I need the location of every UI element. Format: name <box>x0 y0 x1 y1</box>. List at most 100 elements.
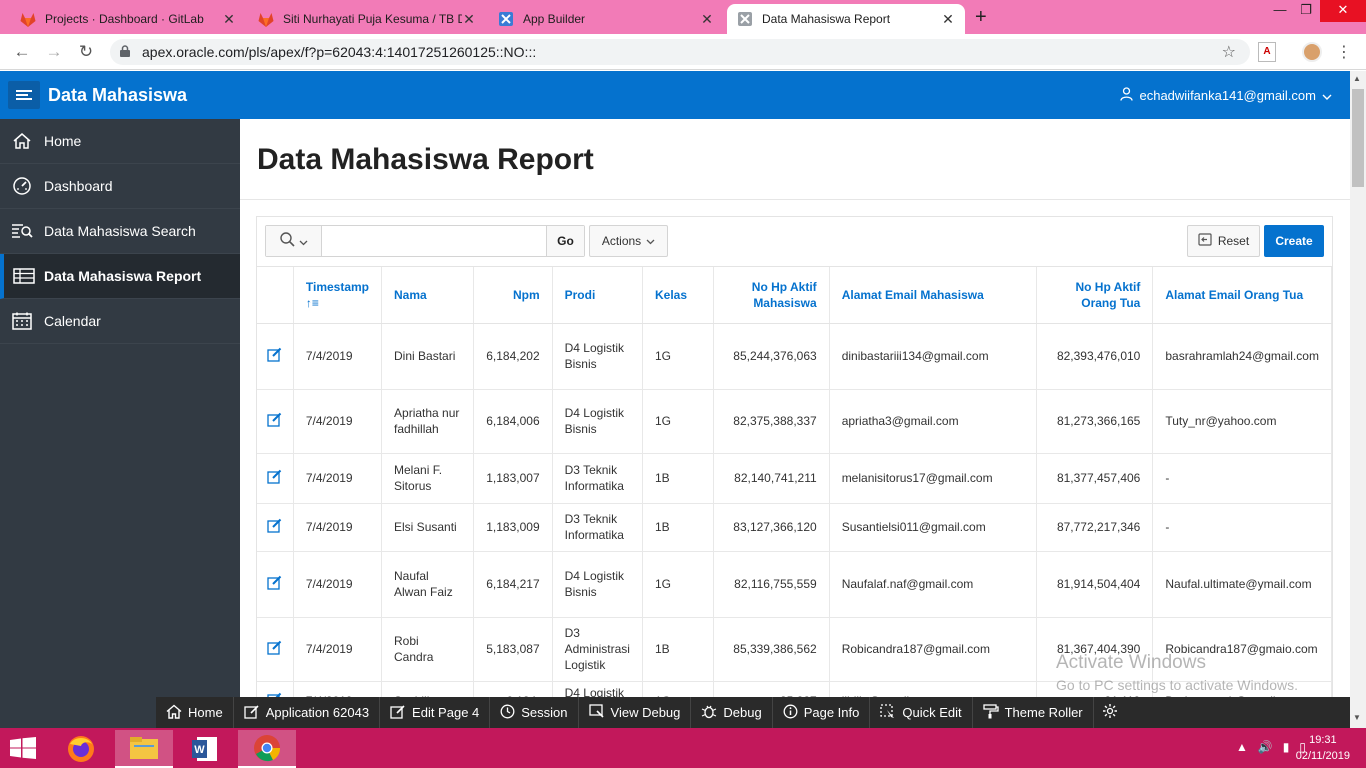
firefox-icon[interactable] <box>55 730 107 768</box>
reload-icon[interactable]: ↻ <box>74 41 98 63</box>
sidebar-item-calendar[interactable]: Calendar <box>0 299 240 344</box>
word-icon[interactable]: W <box>179 730 231 768</box>
bug-icon <box>701 704 717 722</box>
scrollbar-thumb[interactable] <box>1352 89 1364 187</box>
edit-row-button[interactable] <box>257 453 294 504</box>
sidebar: Home Dashboard Data Mahasiswa Search Dat… <box>0 119 240 728</box>
back-icon[interactable]: ← <box>10 41 34 63</box>
column-header-no-hp-orang-tua[interactable]: No Hp Aktif Orang Tua <box>1036 267 1154 324</box>
reset-icon <box>1198 233 1212 249</box>
browser-menu-icon[interactable]: ⋮ <box>1336 42 1352 62</box>
cell-email-orang-tua: - <box>1152 453 1332 504</box>
column-header-prodi[interactable]: Prodi <box>552 267 643 324</box>
tray-chevron-icon[interactable]: ▲ <box>1236 740 1248 754</box>
cell-nama: Elsi Susanti <box>381 503 475 552</box>
column-header-npm[interactable]: Npm <box>473 267 553 324</box>
file-explorer-icon[interactable] <box>115 730 173 768</box>
edit-row-button[interactable] <box>257 503 294 552</box>
create-button[interactable]: Create <box>1264 225 1324 257</box>
dev-session-button[interactable]: Session <box>490 697 579 728</box>
forward-icon[interactable]: → <box>42 41 66 63</box>
profile-avatar[interactable] <box>1302 42 1322 62</box>
new-tab-button[interactable]: + <box>975 6 987 29</box>
cell-npm: 6,184,217 <box>473 551 553 618</box>
dev-theme-roller-button[interactable]: Theme Roller <box>973 697 1094 728</box>
windows-start-icon[interactable] <box>10 737 40 759</box>
network-icon[interactable]: ▮ <box>1283 740 1290 754</box>
dev-quick-edit-button[interactable]: Quick Edit <box>870 697 973 728</box>
hamburger-line <box>16 98 32 100</box>
cell-kelas: 1B <box>642 503 714 552</box>
app-title[interactable]: Data Mahasiswa <box>48 85 187 106</box>
search-column-selector[interactable] <box>266 226 322 256</box>
tab-close-icon[interactable]: ✕ <box>462 11 476 28</box>
search-input[interactable] <box>322 226 546 256</box>
actions-button[interactable]: Actions <box>589 225 668 257</box>
dev-item-label: View Debug <box>610 705 681 720</box>
dev-view-debug-button[interactable]: View Debug <box>579 697 692 728</box>
lock-icon <box>120 45 130 57</box>
search-icon <box>279 232 295 250</box>
svg-text:W: W <box>194 744 205 756</box>
sidebar-item-dashboard[interactable]: Dashboard <box>0 164 240 209</box>
cell-npm: 5,183,087 <box>473 617 553 682</box>
cell-no-hp-orang-tua: 81,377,457,406 <box>1036 453 1154 504</box>
column-header-email-orang-tua[interactable]: Alamat Email Orang Tua <box>1152 267 1332 324</box>
chrome-icon[interactable] <box>238 730 296 768</box>
dev-page-info-button[interactable]: Page Info <box>773 697 871 728</box>
dev-edit-page-button[interactable]: Edit Page 4 <box>380 697 491 728</box>
info-icon <box>783 704 798 722</box>
dev-debug-button[interactable]: Debug <box>691 697 773 728</box>
app-builder-icon <box>498 11 514 27</box>
sidebar-item-label: Data Mahasiswa Report <box>44 268 202 284</box>
page-title: Data Mahasiswa Report <box>257 143 594 176</box>
table-row: 7/4/2019 Dini Bastari 6,184,202 D4 Logistik… <box>257 323 1332 390</box>
browser-tab[interactable]: Projects · Dashboard · GitLab ✕ <box>10 4 246 34</box>
sidebar-item-data-mahasiswa-report[interactable]: Data Mahasiswa Report <box>0 254 240 299</box>
user-menu[interactable]: echadwiifanka141@gmail.com <box>1120 87 1332 104</box>
tab-title: Projects · Dashboard · GitLab <box>45 12 204 26</box>
column-header-nama[interactable]: Nama <box>381 267 475 324</box>
taskbar-clock[interactable]: 19:31 02/11/2019 <box>1296 732 1350 764</box>
column-header-email-mahasiswa[interactable]: Alamat Email Mahasiswa <box>829 267 1037 324</box>
scroll-up-icon[interactable]: ▲ <box>1353 74 1361 83</box>
edit-row-button[interactable] <box>257 323 294 390</box>
browser-tab-active[interactable]: Data Mahasiswa Report ✕ <box>727 4 965 34</box>
volume-icon[interactable]: 🔊 <box>1258 740 1273 754</box>
table-icon <box>4 268 44 284</box>
edit-row-button[interactable] <box>257 389 294 454</box>
bookmark-star-icon[interactable]: ☆ <box>1222 42 1236 62</box>
dev-application-button[interactable]: Application 62043 <box>234 697 381 728</box>
table-row: 7/4/2019 Elsi Susanti 1,183,009 D3 Teknik I… <box>257 503 1332 552</box>
column-header-timestamp[interactable]: Timestamp ↑≡ <box>293 267 383 324</box>
pdf-extension-icon[interactable]: A <box>1258 42 1276 62</box>
sidebar-item-home[interactable]: Home <box>0 119 240 164</box>
cell-prodi: D4 Logistik Bisnis <box>552 551 643 618</box>
edit-row-button[interactable] <box>257 617 294 682</box>
cell-kelas: 1G <box>642 551 714 618</box>
cell-email-mahasiswa: Naufalaf.naf@gmail.com <box>829 551 1037 618</box>
go-button[interactable]: Go <box>546 226 584 256</box>
tab-close-icon[interactable]: ✕ <box>700 11 714 28</box>
menu-toggle-button[interactable] <box>8 81 40 109</box>
edit-row-button[interactable] <box>257 551 294 618</box>
restore-icon[interactable]: ❐ <box>1288 0 1324 22</box>
url-field[interactable]: apex.oracle.com/pls/apex/f?p=62043:4:140… <box>110 39 1250 65</box>
column-header-no-hp-mahasiswa[interactable]: No Hp Aktif Mahasiswa <box>713 267 830 324</box>
reset-button[interactable]: Reset <box>1187 225 1260 257</box>
page-scrollbar[interactable]: ▲ ▼ <box>1350 71 1366 728</box>
table-row: 7/4/2019 Melani F. Sitorus 1,183,007 D3 Tek… <box>257 453 1332 504</box>
tab-close-icon[interactable]: ✕ <box>941 11 955 28</box>
window-close-icon[interactable]: ✕ <box>1320 0 1366 22</box>
browser-tab[interactable]: App Builder ✕ <box>488 4 724 34</box>
sidebar-item-data-mahasiswa-search[interactable]: Data Mahasiswa Search <box>0 209 240 254</box>
browser-tab[interactable]: Siti Nurhayati Puja Kesuma / TB D ✕ <box>248 4 486 34</box>
scroll-down-icon[interactable]: ▼ <box>1353 713 1361 722</box>
cell-email-orang-tua: Naufal.ultimate@ymail.com <box>1152 551 1332 618</box>
column-header-kelas[interactable]: Kelas <box>642 267 714 324</box>
dev-home-button[interactable]: Home <box>156 697 234 728</box>
dev-settings-button[interactable] <box>1094 697 1126 728</box>
tab-close-icon[interactable]: ✕ <box>222 11 236 28</box>
sidebar-item-label: Calendar <box>44 313 101 329</box>
cell-no-hp-mahasiswa: 83,127,366,120 <box>713 503 830 552</box>
